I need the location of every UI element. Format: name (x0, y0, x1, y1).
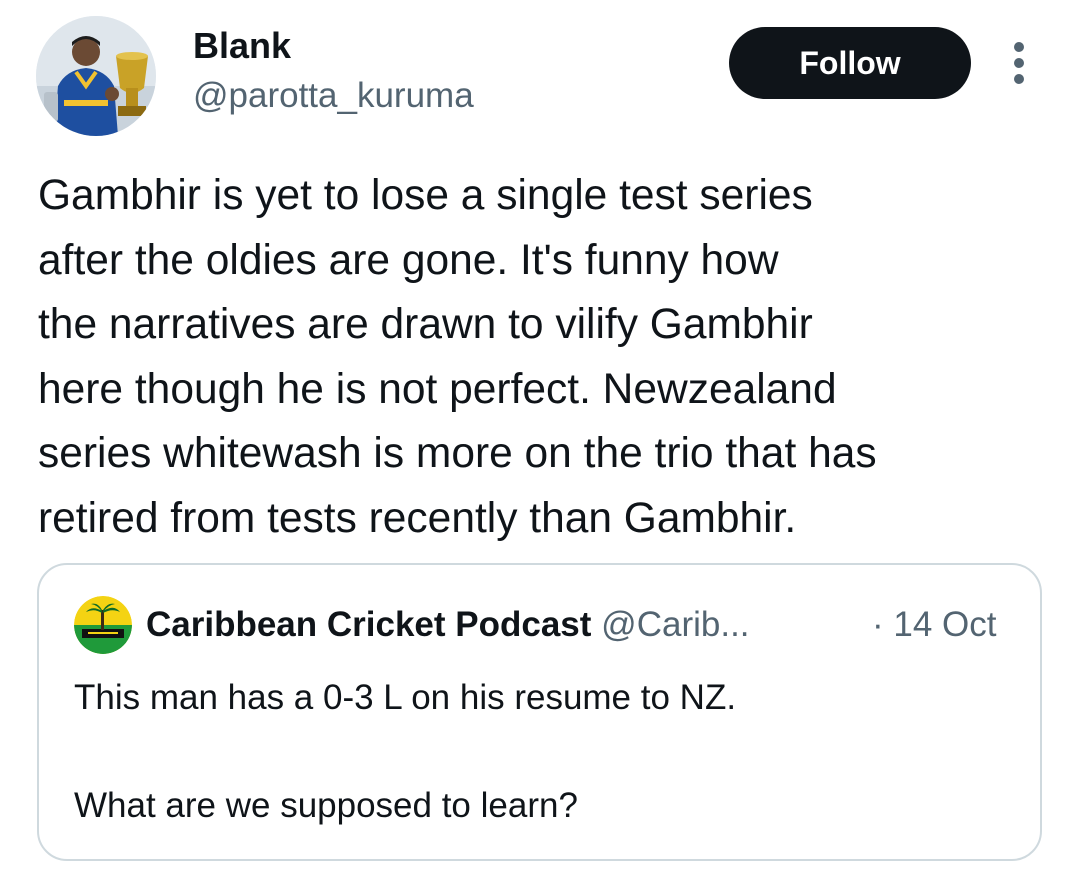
more-dot (1014, 58, 1024, 68)
author-avatar[interactable] (36, 16, 156, 136)
quote-text-line: What are we supposed to learn? (74, 786, 578, 825)
profile-photo-icon (36, 16, 156, 136)
quote-text: This man has a 0-3 L on his resume to NZ… (74, 671, 1014, 833)
palm-tree-logo-icon (74, 596, 132, 654)
tweet-text-line: the narratives are drawn to vilify Gambh… (38, 301, 813, 348)
author-display-name[interactable]: Blank (193, 24, 291, 68)
tweet-text-line: retired from tests recently than Gambhir… (38, 494, 797, 542)
tweet-text-line: here though he is not perfect. Newzealan… (38, 365, 837, 413)
tweet-text-line: after the oldies are gone. It's funny ho… (38, 236, 779, 284)
more-vertical-icon[interactable] (1004, 40, 1036, 86)
quote-text-line: This man has a 0-3 L on his resume to NZ… (74, 678, 737, 717)
quote-author-avatar[interactable] (74, 596, 132, 654)
tweet-text-line: series whitewash is more on the trio tha… (38, 430, 877, 477)
more-dot (1014, 74, 1024, 84)
tweet-text: Gambhir is yet to lose a single test ser… (38, 164, 1048, 551)
quote-text-line (74, 725, 1014, 779)
quoted-tweet-card[interactable]: Caribbean Cricket Podcast @Carib... · 14… (37, 563, 1042, 861)
quote-author-name[interactable]: Caribbean Cricket Podcast (146, 605, 591, 644)
follow-button[interactable]: Follow (729, 27, 971, 99)
quote-date[interactable]: · 14 Oct (872, 603, 996, 647)
quote-header: Caribbean Cricket Podcast @Carib... (146, 603, 750, 647)
quote-author-handle[interactable]: @Carib... (601, 605, 749, 644)
tweet-text-line: Gambhir is yet to lose a single test ser… (38, 172, 813, 219)
tweet-card: Blank @parotta_kuruma Follow Gambhir is … (0, 0, 1080, 893)
author-handle[interactable]: @parotta_kuruma (193, 74, 474, 118)
more-dot (1014, 42, 1024, 52)
